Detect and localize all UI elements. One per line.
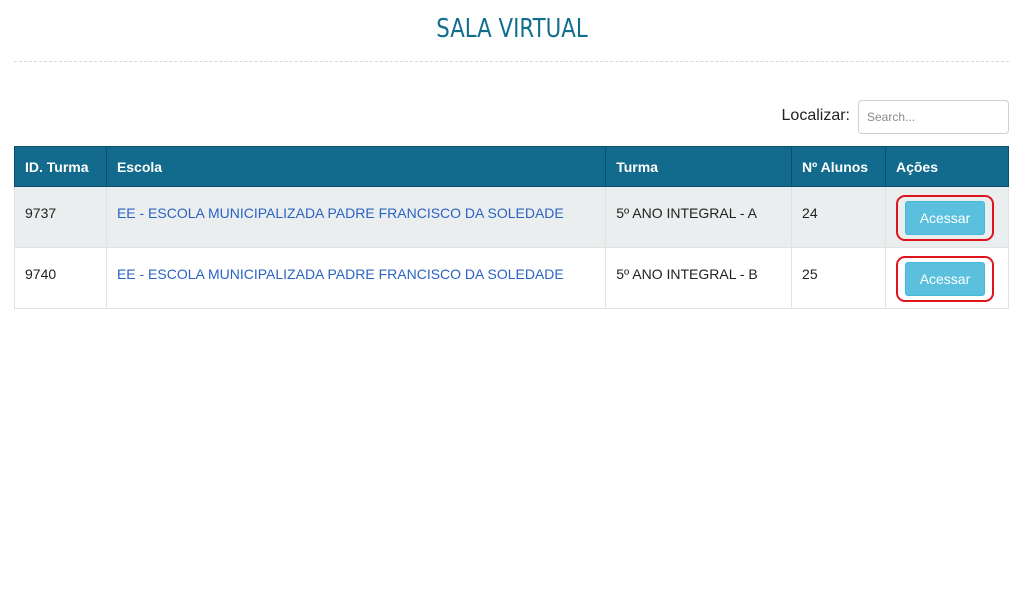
page-title: SALA VIRTUAL [436, 14, 588, 44]
table-header-row: ID. Turma Escola Turma Nº Alunos Ações [14, 146, 1010, 187]
column-header-escola[interactable]: Escola [106, 146, 607, 187]
cell-id: 9737 [14, 186, 107, 248]
cell-id: 9740 [14, 247, 107, 309]
table-row: 9740 EE - ESCOLA MUNICIPALIZADA PADRE FR… [14, 247, 1010, 309]
school-link[interactable]: EE - ESCOLA MUNICIPALIZADA PADRE FRANCIS… [117, 266, 564, 282]
cell-acoes: Acessar [884, 186, 1010, 248]
school-link[interactable]: EE - ESCOLA MUNICIPALIZADA PADRE FRANCIS… [117, 205, 564, 221]
cell-alunos: 25 [791, 247, 886, 309]
acessar-button[interactable]: Acessar [904, 200, 985, 235]
column-header-id[interactable]: ID. Turma [14, 146, 107, 187]
cell-escola: EE - ESCOLA MUNICIPALIZADA PADRE FRANCIS… [105, 247, 607, 309]
table-row: 9737 EE - ESCOLA MUNICIPALIZADA PADRE FR… [14, 186, 1010, 248]
title-divider [14, 61, 1009, 62]
classes-table: ID. Turma Escola Turma Nº Alunos Ações 9… [14, 146, 1010, 309]
cell-turma: 5º ANO INTEGRAL - A [605, 186, 793, 248]
cell-turma: 5º ANO INTEGRAL - B [605, 247, 793, 309]
search-input[interactable] [858, 100, 1009, 134]
column-header-acoes: Ações [885, 146, 1010, 187]
highlight-box: Acessar [895, 194, 994, 241]
search-label: Localizar: [781, 107, 850, 124]
cell-acoes: Acessar [884, 247, 1010, 309]
cell-escola: EE - ESCOLA MUNICIPALIZADA PADRE FRANCIS… [105, 186, 607, 248]
search-bar: Localizar: [14, 100, 1009, 134]
acessar-button[interactable]: Acessar [904, 261, 985, 296]
highlight-box: Acessar [895, 255, 994, 302]
column-header-alunos[interactable]: Nº Alunos [791, 146, 886, 187]
column-header-turma[interactable]: Turma [605, 146, 793, 187]
cell-alunos: 24 [791, 186, 886, 248]
